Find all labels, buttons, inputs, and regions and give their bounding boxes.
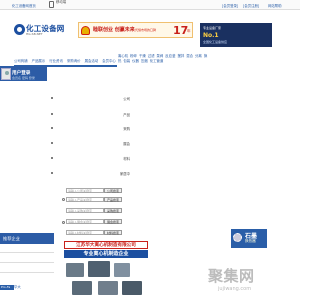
mobile-label[interactable]: 移动端 bbox=[56, 0, 68, 5]
mobile-icon[interactable] bbox=[49, 1, 54, 8]
machine-icon bbox=[72, 281, 92, 295]
header: 化工设备网 HG-SB.NET 睦联创业 创赢未来 凭借市场的口碑 17 年 专… bbox=[0, 10, 300, 47]
nav-item-products[interactable]: 产品展示 bbox=[32, 59, 46, 63]
category-link[interactable]: 干燥 bbox=[139, 54, 146, 58]
bullet-icon bbox=[51, 97, 53, 99]
logo-mark-icon bbox=[14, 24, 25, 35]
header-ad-line3: 全国化工设备供应 bbox=[203, 40, 228, 44]
watermark-sub: jujiwang.com bbox=[218, 286, 252, 292]
list-item[interactable]: 公司 bbox=[40, 96, 130, 101]
nav-item-expo[interactable]: 展会活动 bbox=[85, 59, 99, 63]
nav-item-member[interactable]: 会员中心 bbox=[102, 59, 116, 63]
search-button[interactable]: 展会搜索 bbox=[104, 219, 122, 224]
search-button[interactable]: 公司搜索 bbox=[104, 188, 122, 193]
nav-item-purchase[interactable]: 采购询价 bbox=[67, 59, 81, 63]
header-ad[interactable]: 专业设备厂家 No.1 全国化工设备供应 bbox=[200, 23, 272, 47]
category-link[interactable]: 过滤 bbox=[148, 54, 155, 58]
search-input[interactable]: 请输入公司关键字 bbox=[66, 188, 104, 193]
banner-slogan: 睦联创业 创赢未来 bbox=[93, 27, 135, 33]
search-input[interactable]: 请输入材料关键字 bbox=[66, 230, 104, 235]
list-item[interactable]: 家居中 bbox=[40, 171, 130, 176]
bullet-icon bbox=[51, 172, 53, 174]
site-logo[interactable]: 化工设备网 HG-SB.NET bbox=[14, 24, 64, 46]
search-button[interactable]: 产品搜索 bbox=[104, 197, 122, 202]
user-login-block[interactable]: 用户登录 会员名 密码 登录 bbox=[0, 66, 47, 81]
category-link[interactable]: 混合 bbox=[186, 54, 193, 58]
bullet-icon bbox=[51, 113, 53, 115]
category-link[interactable]: 分离 bbox=[195, 54, 202, 58]
category-link[interactable]: 包装 bbox=[123, 59, 130, 63]
home-link[interactable]: 化工设备网首页 bbox=[12, 3, 36, 8]
mini-text[interactable]: 华大 bbox=[14, 285, 22, 290]
category-link[interactable]: 离心机 bbox=[118, 54, 128, 58]
user-block-sub: 会员名 密码 登录 bbox=[12, 76, 35, 80]
divider bbox=[0, 262, 54, 263]
recommend-header: 推荐企业 bbox=[0, 233, 54, 244]
main-nav: 公司商铺 产品展示 行业资讯 采购询价 展会活动 会员中心 bbox=[14, 58, 119, 63]
category-link[interactable]: 粉碎 bbox=[130, 54, 137, 58]
company-ad[interactable]: 江苏华大离心机制造有限公司 专业离心机制造企业 bbox=[62, 239, 150, 299]
category-link[interactable]: 搅拌 bbox=[177, 54, 184, 58]
machine-icon bbox=[88, 261, 110, 277]
divider bbox=[0, 272, 54, 273]
search-input[interactable]: 请输入产品关键字 bbox=[66, 197, 104, 202]
category-link[interactable]: 压缩 bbox=[141, 59, 148, 63]
header-ad-line2: No.1 bbox=[203, 32, 219, 39]
banner-ad[interactable]: 睦联创业 创赢未来 凭借市场的口碑 17 年 bbox=[78, 22, 193, 38]
machine-icon bbox=[66, 263, 84, 277]
category-links: 离心机 粉碎 干燥 过滤 泵阀 反应釜 搅拌 混合 分离 换热 包装 仪器 压缩 化工管道 bbox=[118, 54, 208, 63]
side-ad-sub: 换热器 bbox=[245, 239, 256, 243]
mini-tag[interactable]: Pro-Fa bbox=[0, 285, 14, 290]
list-item[interactable]: 展会 bbox=[40, 141, 130, 146]
logo-domain: HG-SB.NET bbox=[26, 32, 43, 36]
company-ad-tagline: 专业离心机制造企业 bbox=[64, 250, 148, 258]
bullet-icon bbox=[51, 157, 53, 159]
banner-unit: 年 bbox=[187, 29, 191, 33]
category-link[interactable]: 泵阀 bbox=[157, 54, 164, 58]
category-link[interactable]: 仪器 bbox=[132, 59, 139, 63]
list-item[interactable]: 产品 bbox=[40, 112, 130, 117]
list-item[interactable]: 采购 bbox=[40, 126, 130, 131]
search-button[interactable]: 材料搜索 bbox=[104, 230, 122, 235]
watermark: 聚集网 bbox=[208, 267, 255, 285]
company-ad-name: 江苏华大离心机制造有限公司 bbox=[64, 241, 148, 249]
category-link[interactable]: 化工管道 bbox=[150, 59, 164, 63]
register-link[interactable]: [会员注册] bbox=[243, 3, 259, 8]
search-input[interactable]: 请输入采购关键字 bbox=[66, 208, 104, 213]
radio-option[interactable] bbox=[62, 198, 65, 201]
header-ad-line1: 专业设备厂家 bbox=[203, 26, 222, 30]
shell-logo-icon bbox=[81, 26, 90, 35]
machine-icon bbox=[114, 263, 130, 277]
search-input[interactable]: 请输入展会关键字 bbox=[66, 219, 104, 224]
nav-item-company[interactable]: 公司商铺 bbox=[14, 59, 28, 63]
radio-option[interactable] bbox=[62, 221, 65, 224]
list-item[interactable]: 材料 bbox=[40, 156, 130, 161]
help-link[interactable]: 网站帮助 bbox=[268, 3, 282, 8]
category-link[interactable]: 反应釜 bbox=[165, 54, 175, 58]
avatar-icon bbox=[1, 68, 11, 80]
side-ad[interactable]: 石墨 换热器 bbox=[231, 229, 267, 248]
machine-icon bbox=[122, 281, 142, 295]
machine-icon bbox=[98, 281, 118, 295]
divider bbox=[0, 252, 54, 253]
gear-icon bbox=[233, 233, 242, 242]
bullet-icon bbox=[51, 142, 53, 144]
login-link[interactable]: [会员登录] bbox=[222, 3, 238, 8]
bullet-icon bbox=[51, 127, 53, 129]
search-button[interactable]: 采购搜索 bbox=[104, 208, 122, 213]
recommend-title: 推荐企业 bbox=[3, 236, 20, 241]
nav-item-news[interactable]: 行业资讯 bbox=[49, 59, 63, 63]
top-bar: 化工设备网首页 移动端 [会员登录] [会员注册] 网站帮助 bbox=[0, 0, 300, 10]
banner-sub: 凭借市场的口碑 bbox=[135, 28, 157, 32]
